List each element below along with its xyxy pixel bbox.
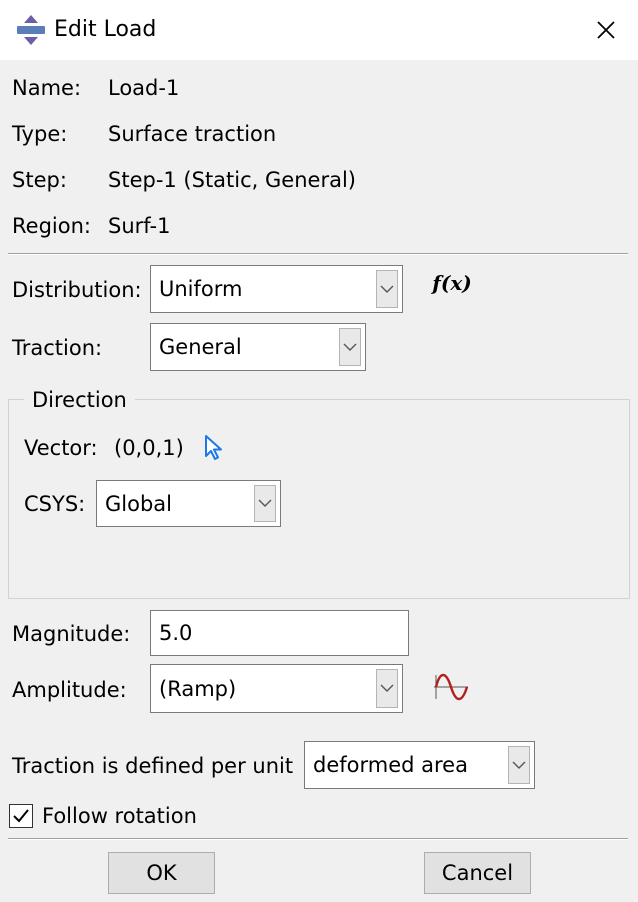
region-label: Region:	[12, 214, 91, 238]
chevron-down-icon	[508, 746, 530, 784]
close-button[interactable]	[586, 12, 626, 48]
function-button[interactable]: f(x)	[432, 266, 472, 300]
title-bar: Edit Load	[0, 0, 638, 60]
magnitude-field[interactable]	[150, 610, 409, 656]
close-icon	[597, 21, 615, 39]
load-icon	[17, 15, 45, 45]
per-unit-dropdown[interactable]: deformed area	[304, 741, 535, 789]
window-title: Edit Load	[54, 17, 157, 42]
follow-rotation-checkbox[interactable]	[9, 804, 33, 828]
traction-label: Traction:	[12, 336, 103, 360]
ok-button[interactable]: OK	[108, 852, 215, 894]
distribution-label: Distribution:	[12, 278, 142, 302]
separator	[8, 253, 628, 255]
amplitude-dropdown[interactable]: (Ramp)	[150, 664, 403, 713]
direction-legend: Direction	[24, 386, 135, 414]
amplitude-value: (Ramp)	[159, 676, 237, 701]
step-value: Step-1 (Static, General)	[108, 168, 356, 192]
csys-label: CSYS:	[24, 492, 86, 516]
traction-value: General	[159, 335, 242, 359]
chevron-down-icon	[376, 669, 398, 708]
cursor-arrow-icon	[205, 435, 222, 460]
distribution-dropdown[interactable]: Uniform	[150, 265, 403, 313]
vector-picker-button[interactable]	[198, 430, 230, 466]
cancel-button[interactable]: Cancel	[424, 852, 531, 894]
magnitude-input[interactable]	[151, 611, 408, 655]
amplitude-label: Amplitude:	[12, 678, 127, 702]
vector-value: (0,0,1)	[114, 436, 184, 460]
amplitude-wave-icon	[434, 673, 469, 701]
vector-label: Vector:	[24, 436, 98, 460]
follow-rotation-label[interactable]: Follow rotation	[42, 802, 197, 830]
checkmark-icon	[13, 809, 29, 823]
csys-dropdown[interactable]: Global	[96, 480, 281, 527]
name-value: Load-1	[108, 76, 180, 100]
separator	[8, 838, 628, 840]
type-value: Surface traction	[108, 122, 277, 146]
region-value: Surf-1	[108, 214, 171, 238]
amplitude-create-button[interactable]	[430, 668, 472, 706]
distribution-value: Uniform	[159, 277, 243, 301]
step-label: Step:	[12, 168, 67, 192]
per-unit-value: deformed area	[313, 753, 468, 777]
traction-dropdown[interactable]: General	[150, 323, 366, 371]
magnitude-label: Magnitude:	[12, 622, 131, 646]
csys-value: Global	[105, 491, 172, 516]
chevron-down-icon	[339, 328, 361, 366]
chevron-down-icon	[254, 485, 276, 522]
type-label: Type:	[12, 122, 68, 146]
name-label: Name:	[12, 76, 82, 100]
chevron-down-icon	[376, 270, 398, 308]
per-unit-label: Traction is defined per unit	[12, 754, 294, 778]
